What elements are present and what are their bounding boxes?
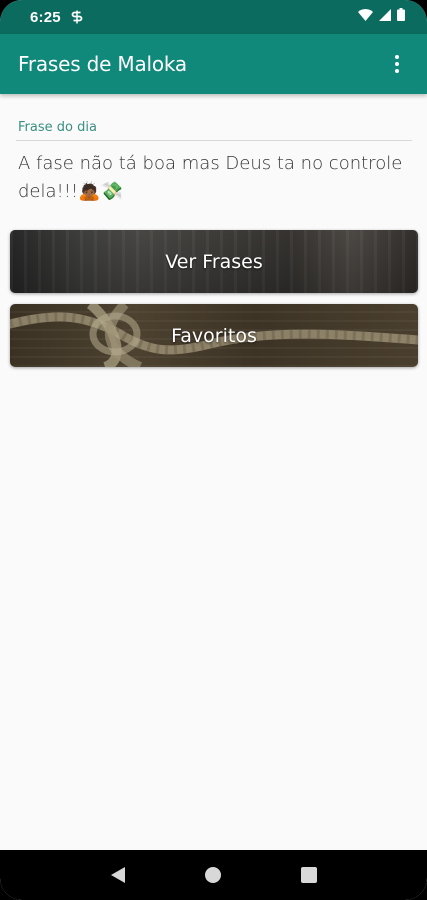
favoritos-button[interactable]: Favoritos [10,304,418,367]
system-nav-bar [0,850,427,900]
status-time: 6:25 [30,8,61,26]
home-circle-icon[interactable] [193,855,233,895]
app-bar: Frases de Maloka [0,34,427,94]
ver-frases-label: Ver Frases [165,250,263,273]
status-icons [358,8,405,26]
app-title: Frases de Maloka [18,52,187,76]
phone-screen: 6:25 Frases de Maloka Frase do dia A fas… [0,0,427,900]
favoritos-label: Favoritos [171,324,257,347]
notification-s-icon [71,10,83,24]
status-bar: 6:25 [0,0,427,34]
wifi-icon [358,8,373,26]
quote-divider [16,140,412,141]
back-triangle-icon[interactable] [98,855,138,895]
battery-icon [397,8,405,26]
ver-frases-button[interactable]: Ver Frases [10,230,418,293]
quote-of-the-day: A fase não tá boa mas Deus ta no control… [18,153,403,202]
quote-label: Frase do dia [18,120,97,135]
signal-icon [379,8,391,26]
recents-square-icon[interactable] [289,855,329,895]
more-vert-icon[interactable] [385,44,409,84]
